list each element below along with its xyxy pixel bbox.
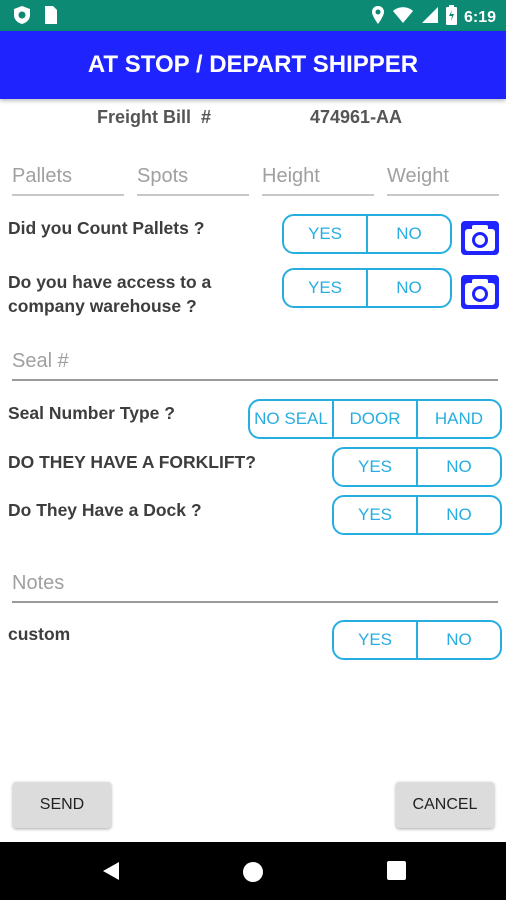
- custom-label: custom: [8, 624, 71, 644]
- location-icon: [371, 5, 385, 30]
- forklift-yes-button[interactable]: YES: [334, 449, 416, 485]
- notes-input[interactable]: Notes: [12, 565, 498, 603]
- forklift-label: DO THEY HAVE A FORKLIFT?: [8, 452, 256, 472]
- navigation-bar: [0, 842, 506, 900]
- app-bar: AT STOP / DEPART SHIPPER: [0, 31, 506, 99]
- sim-icon: [42, 5, 58, 30]
- warehouse-label: Do you have access to a company warehous…: [8, 272, 212, 316]
- warehouse-toggle: YES NO: [282, 268, 452, 308]
- back-icon[interactable]: [101, 861, 121, 886]
- seal-type-door-button[interactable]: DOOR: [332, 401, 416, 437]
- freight-bill-value: 474961-AA: [310, 107, 403, 127]
- home-icon[interactable]: [242, 861, 264, 888]
- forklift-toggle: YES NO: [332, 447, 502, 487]
- dock-no-button[interactable]: NO: [416, 497, 500, 533]
- pallets-input[interactable]: Pallets: [12, 160, 124, 196]
- freight-bill-label: Freight Bill #: [97, 107, 212, 127]
- spots-input[interactable]: Spots: [137, 160, 249, 196]
- weight-placeholder: Weight: [387, 165, 449, 187]
- height-placeholder: Height: [262, 165, 320, 187]
- signal-icon: [421, 6, 439, 29]
- count-pallets-no-button[interactable]: NO: [366, 216, 450, 252]
- recents-icon[interactable]: [387, 861, 406, 885]
- status-bar: 6:19: [0, 0, 506, 31]
- camera-icon[interactable]: [461, 221, 499, 255]
- seal-type-label: Seal Number Type ?: [8, 403, 175, 423]
- forklift-no-button[interactable]: NO: [416, 449, 500, 485]
- height-input[interactable]: Height: [262, 160, 374, 196]
- custom-no-button[interactable]: NO: [416, 622, 500, 658]
- custom-yes-button[interactable]: YES: [334, 622, 416, 658]
- pallets-placeholder: Pallets: [12, 165, 73, 187]
- camera-icon[interactable]: [461, 275, 499, 309]
- send-button[interactable]: SEND: [13, 782, 111, 828]
- weight-input[interactable]: Weight: [387, 160, 499, 196]
- dock-yes-button[interactable]: YES: [334, 497, 416, 533]
- warehouse-no-button[interactable]: NO: [366, 270, 450, 306]
- battery-icon: [445, 5, 457, 30]
- seal-type-no-seal-button[interactable]: NO SEAL: [250, 401, 332, 437]
- seal-type-hand-button[interactable]: HAND: [416, 401, 500, 437]
- cancel-button[interactable]: CANCEL: [396, 782, 494, 828]
- seal-placeholder: Seal #: [12, 350, 69, 372]
- wifi-icon: [392, 6, 414, 29]
- seal-input[interactable]: Seal #: [12, 343, 498, 381]
- shield-icon: [12, 5, 32, 30]
- notes-placeholder: Notes: [12, 572, 65, 594]
- count-pallets-yes-button[interactable]: YES: [284, 216, 366, 252]
- dock-toggle: YES NO: [332, 495, 502, 535]
- warehouse-yes-button[interactable]: YES: [284, 270, 366, 306]
- custom-toggle: YES NO: [332, 620, 502, 660]
- seal-type-toggle: NO SEAL DOOR HAND: [248, 399, 502, 439]
- spots-placeholder: Spots: [137, 165, 189, 187]
- dock-label: Do They Have a Dock ?: [8, 500, 202, 520]
- count-pallets-label: Did you Count Pallets ?: [8, 218, 205, 238]
- status-time: 6:19: [463, 8, 496, 26]
- page-title: AT STOP / DEPART SHIPPER: [87, 51, 419, 78]
- count-pallets-toggle: YES NO: [282, 214, 452, 254]
